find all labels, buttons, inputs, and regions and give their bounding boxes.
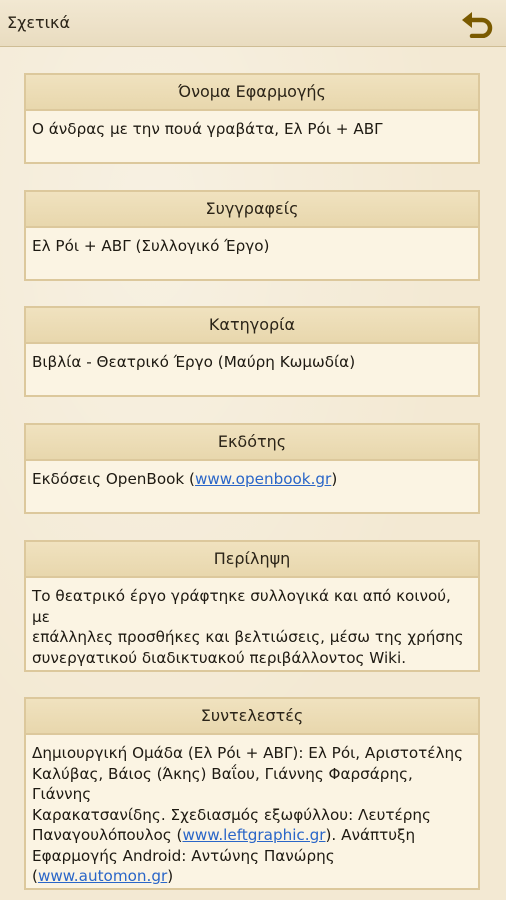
about-content: Όνομα Εφαρμογής Ο άνδρας με την πουά γρα… xyxy=(0,47,506,900)
credits-text: Δημιουργική Ομάδα (Ελ Ρόι + ΑΒΓ): Ελ Ρόι… xyxy=(26,735,478,887)
category-card: Κατηγορία Βιβλία - Θεατρικό Έργο (Μαύρη … xyxy=(24,306,480,397)
publisher-text-before: Εκδόσεις OpenBook ( xyxy=(32,470,195,488)
authors-text: Ελ Ρόι + ΑΒΓ (Συλλογικό Έργο) xyxy=(32,237,270,255)
app-name-text: Ο άνδρας με την πουά γραβάτα, Ελ Ρόι + Α… xyxy=(32,120,383,138)
publisher-link[interactable]: www.openbook.gr xyxy=(195,470,331,488)
category-heading: Κατηγορία xyxy=(26,308,478,344)
credits-line: Καρακατσανίδης. Σχεδιασμός εξωφύλλου: Λε… xyxy=(32,805,431,824)
credits-card: Συντελεστές Δημιουργική Ομάδα (Ελ Ρόι + … xyxy=(24,697,480,890)
credits-text-segment: ) xyxy=(167,867,174,885)
summary-card: Περίληψη Το θεατρικό έργο γράφτηκε συλλο… xyxy=(24,540,480,672)
automon-link[interactable]: www.automon.gr xyxy=(38,867,167,885)
back-arrow-icon xyxy=(462,12,493,39)
summary-line: συνεργατικού διαδικτυακού περιβάλλοντος … xyxy=(32,648,407,667)
authors-heading: Συγγραφείς xyxy=(26,192,478,228)
category-text: Βιβλία - Θεατρικό Έργο (Μαύρη Κωμωδία) xyxy=(32,353,356,371)
leftgraphic-link[interactable]: www.leftgraphic.gr xyxy=(182,826,325,844)
credits-heading: Συντελεστές xyxy=(26,699,478,735)
summary-text: Το θεατρικό έργο γράφτηκε συλλογικά και … xyxy=(26,578,478,668)
credits-line: Δημιουργική Ομάδα (Ελ Ρόι + ΑΒΓ): Ελ Ρόι… xyxy=(32,744,464,762)
authors-card: Συγγραφείς Ελ Ρόι + ΑΒΓ (Συλλογικό Έργο) xyxy=(24,190,480,281)
credits-text-segment: ). Ανάπτυξη xyxy=(325,826,416,844)
credits-text-segment: Παναγουλόπουλος ( xyxy=(32,826,183,844)
publisher-text: Εκδόσεις OpenBook (www.openbook.gr) xyxy=(26,461,478,490)
publisher-text-after: ) xyxy=(331,470,338,488)
publisher-heading: Εκδότης xyxy=(26,425,478,461)
back-button[interactable] xyxy=(460,8,494,39)
app-name-heading: Όνομα Εφαρμογής xyxy=(26,75,478,111)
publisher-card: Εκδότης Εκδόσεις OpenBook (www.openbook.… xyxy=(24,423,480,514)
page-title: Σχετικά xyxy=(7,13,71,32)
summary-line: επάλληλες προσθήκες και βελτιώσεις, μέσω… xyxy=(32,628,464,646)
top-app-bar: Σχετικά xyxy=(0,0,506,47)
credits-line: Εφαρμογής Android: Αντώνης Πανώρης xyxy=(32,846,335,865)
credits-line: Παναγουλόπουλος (www.leftgraphic.gr). Αν… xyxy=(32,825,472,846)
credits-line: Καλύβας, Βάιος (Άκης) Βαΐου, Γιάννης Φαρ… xyxy=(32,764,413,804)
summary-line: Το θεατρικό έργο γράφτηκε συλλογικά και … xyxy=(32,587,451,626)
app-name-card: Όνομα Εφαρμογής Ο άνδρας με την πουά γρα… xyxy=(24,73,480,164)
credits-line: (www.automon.gr) xyxy=(32,866,472,887)
summary-heading: Περίληψη xyxy=(26,542,478,578)
